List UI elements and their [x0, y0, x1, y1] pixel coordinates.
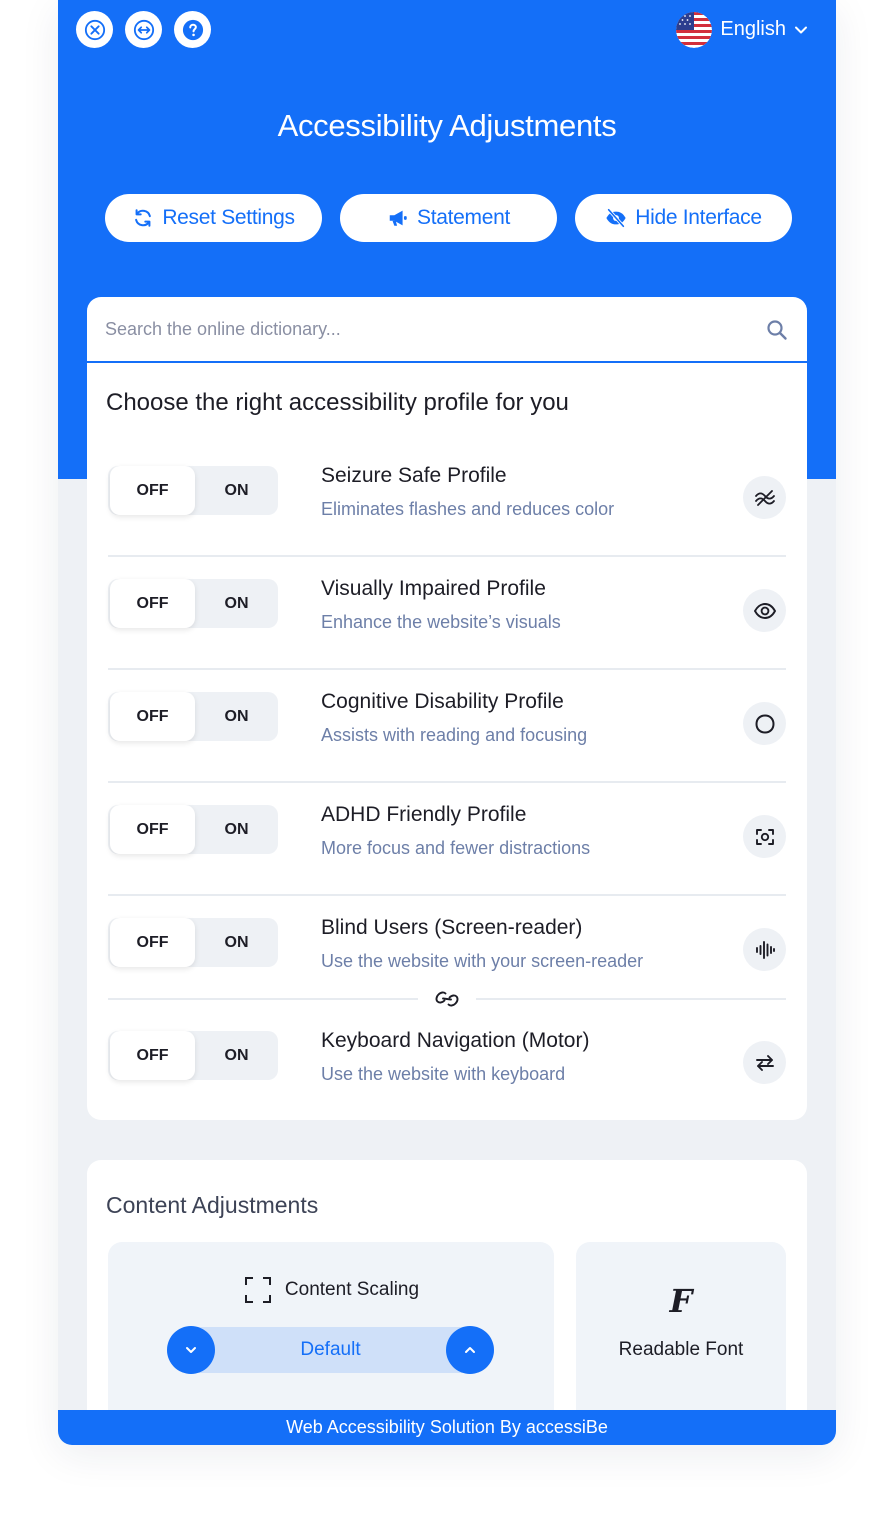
- content-scaling-label: Content Scaling: [284, 1279, 420, 1300]
- toggle-on[interactable]: ON: [195, 466, 278, 515]
- toggle-off[interactable]: OFF: [110, 1031, 195, 1080]
- us-flag-icon: [676, 11, 713, 48]
- content-scaling-tile: Content Scaling Default: [108, 1242, 554, 1432]
- toggle-on[interactable]: ON: [195, 1031, 278, 1080]
- profile-title: ADHD Friendly Profile: [321, 803, 527, 826]
- eye-icon: [753, 602, 776, 619]
- profile-title: Keyboard Navigation (Motor): [321, 1029, 590, 1052]
- profile-toggle[interactable]: OFF ON: [108, 1031, 278, 1080]
- profile-icon-badge: [743, 815, 786, 858]
- profile-toggle[interactable]: OFF ON: [108, 805, 278, 854]
- profile-icon-badge: [743, 1041, 786, 1084]
- readable-font-label: Readable Font: [618, 1339, 744, 1360]
- toggle-on[interactable]: ON: [195, 692, 278, 741]
- divider-line-left: [108, 998, 418, 1000]
- profile-toggle[interactable]: OFF ON: [108, 466, 278, 515]
- link-icon: [435, 991, 459, 1007]
- readable-font-icon: F: [669, 1282, 693, 1320]
- profile-description: Assists with reading and focusing: [321, 725, 588, 745]
- resize-arrows-icon: [133, 19, 154, 40]
- focus-target-icon: [755, 828, 774, 845]
- toggle-off[interactable]: OFF: [110, 692, 195, 741]
- scaling-value: Default: [300, 1339, 361, 1360]
- help-button[interactable]: [174, 11, 211, 48]
- search-icon[interactable]: [765, 318, 789, 342]
- dictionary-search: [87, 297, 807, 363]
- toggle-on[interactable]: ON: [195, 805, 278, 854]
- scaling-frame-icon: [244, 1277, 271, 1303]
- eye-slash-icon: [606, 208, 626, 228]
- reset-settings-button[interactable]: Reset Settings: [105, 194, 322, 242]
- search-input[interactable]: [105, 309, 745, 349]
- divider-line-right: [476, 998, 786, 1000]
- panel-title: Accessibility Adjustments: [277, 108, 617, 143]
- circle-icon: [754, 713, 775, 734]
- action-buttons: Reset Settings Statement Hide Interface: [105, 194, 792, 242]
- profile-description: Eliminates flashes and reduces color: [321, 499, 615, 519]
- profile-title: Cognitive Disability Profile: [321, 690, 564, 713]
- statement-button[interactable]: Statement: [340, 194, 557, 242]
- close-button[interactable]: [76, 11, 113, 48]
- hide-interface-label: Hide Interface: [635, 206, 762, 229]
- content-scaling-header: Content Scaling: [108, 1275, 554, 1305]
- close-icon: [84, 19, 105, 40]
- profile-description: Enhance the website’s visuals: [321, 612, 561, 632]
- profile-icon-badge: [743, 589, 786, 632]
- top-toolbar: [76, 11, 211, 48]
- toggle-off[interactable]: OFF: [110, 918, 195, 967]
- toggle-on[interactable]: ON: [195, 918, 278, 967]
- profile-link-divider: [108, 987, 786, 1011]
- profiles-heading: Choose the right accessibility profile f…: [106, 389, 569, 416]
- profile-icon-badge: [743, 928, 786, 971]
- profile-description: Use the website with keyboard: [321, 1064, 566, 1084]
- profile-keyboard-navigation: OFF ON Keyboard Navigation (Motor) Use t…: [108, 1010, 786, 1120]
- content-adjustments-heading: Content Adjustments: [106, 1192, 319, 1218]
- scale-down-button[interactable]: [167, 1326, 215, 1374]
- toggle-off[interactable]: OFF: [110, 805, 195, 854]
- help-icon: [182, 19, 203, 40]
- profile-adhd-friendly: OFF ON ADHD Friendly Profile More focus …: [108, 784, 786, 896]
- content-scaling-stepper: Default: [167, 1326, 494, 1374]
- profile-cognitive-disability: OFF ON Cognitive Disability Profile Assi…: [108, 671, 786, 783]
- profile-description: More focus and fewer distractions: [321, 838, 591, 858]
- accessibility-panel: English Accessibility Adjustments Reset …: [58, 0, 836, 1445]
- profile-seizure-safe: OFF ON Seizure Safe Profile Eliminates f…: [108, 445, 786, 557]
- profile-visually-impaired: OFF ON Visually Impaired Profile Enhance…: [108, 558, 786, 670]
- audio-wave-icon: [755, 940, 775, 959]
- row-divider: [108, 555, 786, 557]
- language-label: English: [720, 18, 786, 40]
- chevron-down-icon: [795, 26, 807, 33]
- profiles-card: Choose the right accessibility profile f…: [87, 297, 807, 1120]
- profile-title: Blind Users (Screen-reader): [321, 916, 583, 939]
- content-adjustments-card: Content Adjustments Content Scaling Defa…: [87, 1160, 807, 1445]
- resize-button[interactable]: [125, 11, 162, 48]
- profile-toggle[interactable]: OFF ON: [108, 692, 278, 741]
- chevron-down-icon: [186, 1347, 196, 1353]
- profile-description: Use the website with your screen-reader: [321, 951, 644, 971]
- profile-icon-badge: [743, 476, 786, 519]
- language-selector[interactable]: English: [676, 11, 808, 48]
- profile-toggle[interactable]: OFF ON: [108, 918, 278, 967]
- arrows-left-right-icon: [755, 1054, 774, 1071]
- reset-icon: [135, 209, 152, 227]
- statement-label: Statement: [416, 206, 511, 229]
- waves-icon: [754, 489, 775, 506]
- toggle-off[interactable]: OFF: [110, 579, 195, 628]
- hide-interface-button[interactable]: Hide Interface: [575, 194, 792, 242]
- profile-title: Seizure Safe Profile: [321, 464, 507, 487]
- megaphone-icon: [389, 210, 407, 226]
- row-divider: [108, 894, 786, 896]
- profile-title: Visually Impaired Profile: [321, 577, 546, 600]
- scale-up-button[interactable]: [446, 1326, 494, 1374]
- profile-icon-badge: [743, 702, 786, 745]
- toggle-off[interactable]: OFF: [110, 466, 195, 515]
- row-divider: [108, 668, 786, 670]
- profile-toggle[interactable]: OFF ON: [108, 579, 278, 628]
- readable-font-tile[interactable]: F Readable Font: [576, 1242, 786, 1432]
- footer-credit[interactable]: Web Accessibility Solution By accessiBe: [58, 1410, 836, 1445]
- chevron-up-icon: [465, 1347, 475, 1353]
- toggle-on[interactable]: ON: [195, 579, 278, 628]
- row-divider: [108, 781, 786, 783]
- reset-settings-label: Reset Settings: [162, 206, 295, 229]
